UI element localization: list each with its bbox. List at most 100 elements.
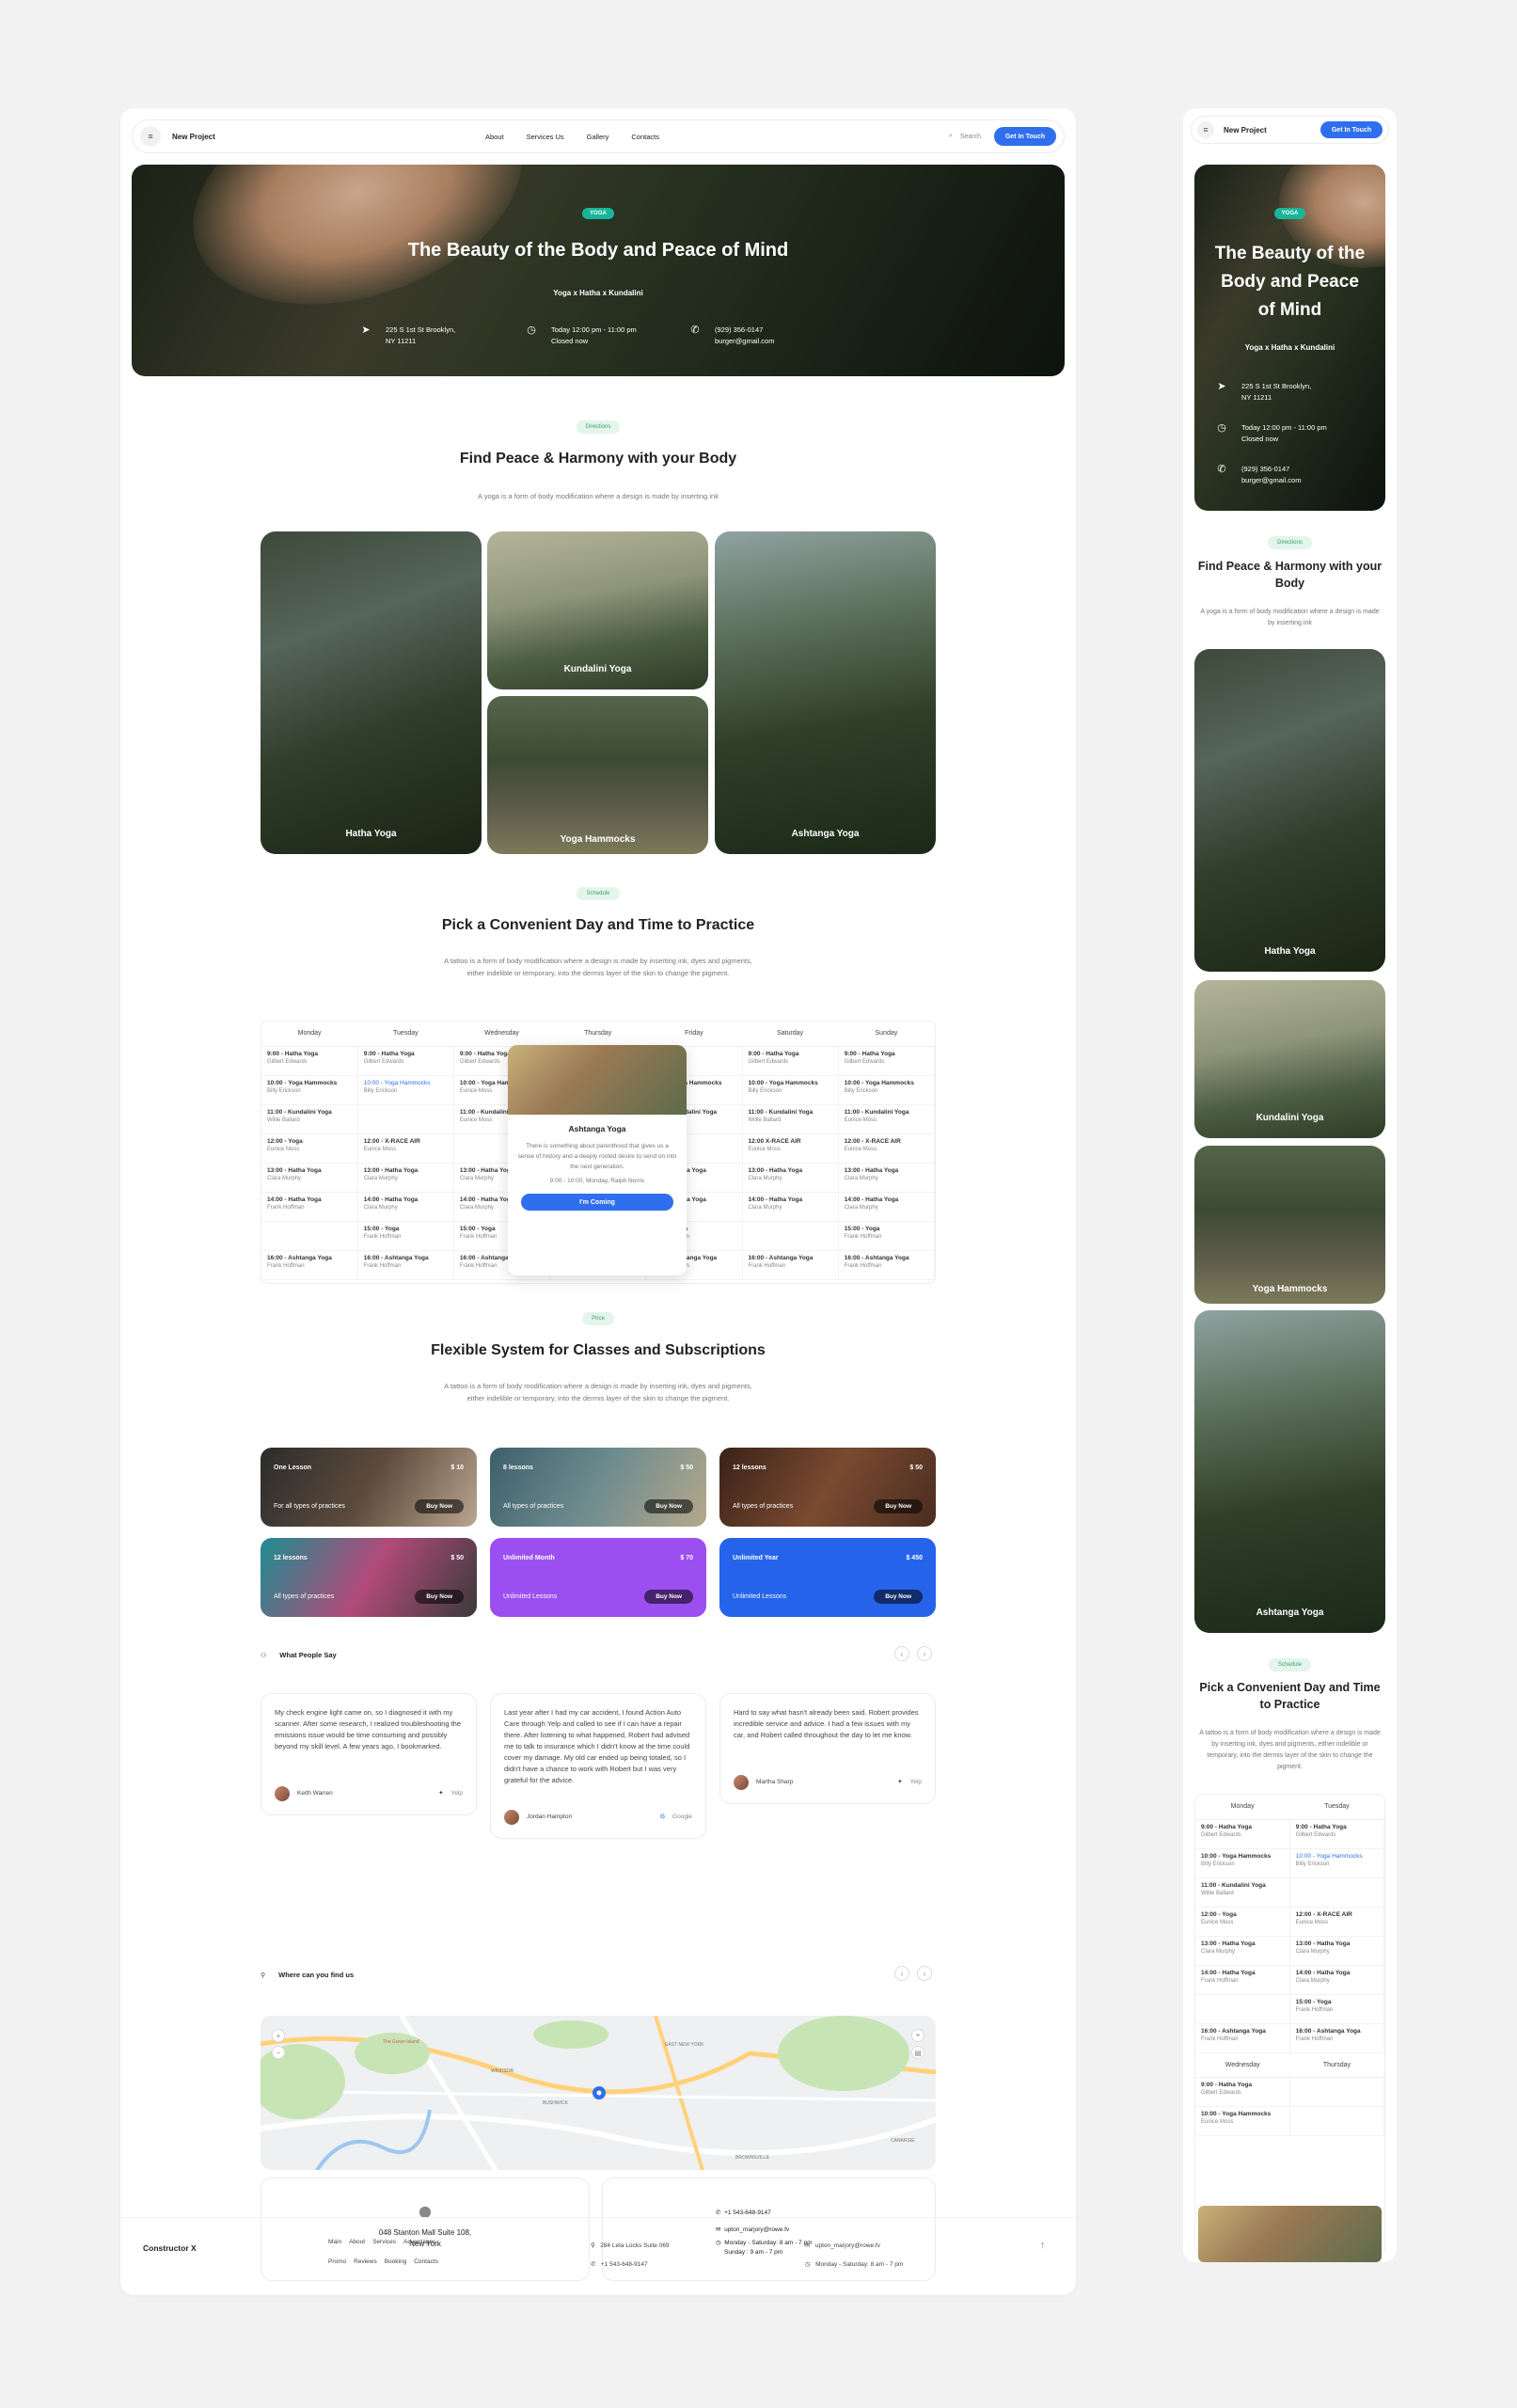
- scroll-top-icon[interactable]: ↑: [1040, 2240, 1046, 2251]
- schedule-cell[interactable]: 15:00 - YogaFrank Hoffman: [838, 1221, 935, 1251]
- direction-card-kundalini[interactable]: Kundalini Yoga: [1194, 980, 1385, 1138]
- footer-email[interactable]: upton_marjory@rowe.fv: [815, 2242, 880, 2249]
- schedule-cell[interactable]: 10:00 - Yoga Hammocks Eunice Moss: [1195, 2106, 1290, 2136]
- hero-email[interactable]: burger@gmail.com: [1241, 475, 1301, 486]
- schedule-cell[interactable]: 12:00 - X-RACE AIR Eunice Moss: [838, 1133, 935, 1164]
- buy-now-button[interactable]: Buy Now: [644, 1590, 693, 1604]
- buy-now-button[interactable]: Buy Now: [644, 1499, 693, 1513]
- schedule-cell[interactable]: 12:00 - X-RACE AIR Eunice Moss: [357, 1133, 454, 1164]
- footer-link[interactable]: Contacts: [414, 2258, 438, 2265]
- schedule-cell[interactable]: 13:00 - Hatha YogaClara Murphy: [742, 1163, 839, 1193]
- footer-link[interactable]: Reviews: [354, 2258, 377, 2265]
- schedule-cell[interactable]: 14:00 - Hatha YogaClara Murphy: [742, 1192, 839, 1222]
- footer-brand[interactable]: Constructor X: [143, 2243, 197, 2253]
- schedule-cell[interactable]: 9:00 - Hatha Yoga Gilbert Edwards: [1195, 2077, 1290, 2107]
- nav-link-services[interactable]: Services Us: [527, 133, 564, 141]
- nav-link-gallery[interactable]: Gallery: [587, 133, 609, 141]
- map[interactable]: EAST NEW YORK BUSHWICK WINDSOR BROWNSVIL…: [261, 2016, 936, 2170]
- next-arrow-icon[interactable]: ›: [917, 1966, 932, 1981]
- buy-now-button[interactable]: Buy Now: [874, 1499, 923, 1513]
- contact-email[interactable]: upton_marjory@rowe.fv: [724, 2226, 789, 2233]
- brand[interactable]: New Project: [172, 133, 215, 141]
- schedule-cell[interactable]: 16:00 - Ashtanga YogaFrank Hoffman: [838, 1250, 935, 1280]
- zoom-in-icon[interactable]: +: [272, 2029, 285, 2042]
- direction-card-hammocks[interactable]: Yoga Hammocks: [487, 696, 708, 854]
- schedule-cell[interactable]: 9:00 - Hatha Yoga Gilbert Edwards: [742, 1046, 839, 1076]
- footer-link[interactable]: About: [349, 2239, 365, 2245]
- schedule-cell[interactable]: 16:00 - Ashtanga YogaFrank Hoffman: [357, 1250, 454, 1280]
- schedule-cell[interactable]: 10:00 - Yoga Hammocks Billy Erickson: [261, 1075, 358, 1105]
- schedule-cell[interactable]: 14:00 - Hatha YogaClara Murphy: [838, 1192, 935, 1222]
- schedule-cell[interactable]: 9:00 - Hatha Yoga Gilbert Edwards: [261, 1046, 358, 1076]
- schedule-cell[interactable]: 13:00 - Hatha YogaClara Murphy: [357, 1163, 454, 1193]
- direction-card-ashtanga[interactable]: Ashtanga Yoga: [1194, 1310, 1385, 1633]
- footer-phone[interactable]: +1 543-648-9147: [601, 2261, 648, 2268]
- footer-link[interactable]: Main: [328, 2239, 341, 2245]
- schedule-cell[interactable]: 10:00 - Yoga Hammocks Billy Erickson: [838, 1075, 935, 1105]
- direction-card-kundalini[interactable]: Kundalini Yoga: [487, 531, 708, 689]
- direction-card-hatha[interactable]: Hatha Yoga: [1194, 649, 1385, 972]
- menu-icon[interactable]: ≡: [1197, 121, 1214, 138]
- schedule-cell[interactable]: 13:00 - Hatha YogaClara Murphy: [1195, 1936, 1290, 1966]
- schedule-cell[interactable]: 16:00 - Ashtanga YogaFrank Hoffman: [742, 1250, 839, 1280]
- hero-email[interactable]: burger@gmail.com: [715, 336, 774, 347]
- buy-now-button[interactable]: Buy Now: [415, 1590, 464, 1604]
- contact-phone[interactable]: +1 543-648-9147: [724, 2210, 771, 2216]
- schedule-cell[interactable]: 12:00 - Yoga Eunice Moss: [261, 1133, 358, 1164]
- hero-phone[interactable]: (929) 356-0147: [1241, 464, 1301, 475]
- schedule-cell[interactable]: 11:00 - Kundalini YogaEunice Moss: [838, 1104, 935, 1134]
- footer-link[interactable]: Services: [372, 2239, 396, 2245]
- schedule-cell[interactable]: 16:00 - Ashtanga YogaFrank Hoffman: [1195, 2023, 1290, 2053]
- nav-link-about[interactable]: About: [485, 133, 504, 141]
- compass-icon[interactable]: ⌖: [911, 2029, 924, 2042]
- schedule-cell[interactable]: 16:00 - Ashtanga YogaFrank Hoffman: [261, 1250, 358, 1280]
- schedule-cell[interactable]: 10:00 - Yoga Hammocks Billy Erickson: [357, 1075, 454, 1105]
- next-arrow-icon[interactable]: ›: [917, 1646, 932, 1661]
- nav-link-contacts[interactable]: Contacts: [631, 133, 659, 141]
- get-in-touch-button[interactable]: Get In Touch: [1320, 121, 1383, 138]
- schedule-cell[interactable]: 14:00 - Hatha Yoga Frank Hoffman: [261, 1192, 358, 1222]
- schedule-cell[interactable]: 15:00 - YogaFrank Hoffman: [1289, 1994, 1384, 2024]
- schedule-cell[interactable]: 11:00 - Kundalini Yoga Willie Ballard: [261, 1104, 358, 1134]
- schedule-cell[interactable]: 13:00 - Hatha YogaClara Murphy: [838, 1163, 935, 1193]
- schedule-cell[interactable]: 14:00 - Hatha Yoga Frank Hoffman: [1195, 1965, 1290, 1995]
- layers-icon[interactable]: ▤: [911, 2046, 924, 2059]
- schedule-cell[interactable]: 9:00 - Hatha Yoga Gilbert Edwards: [1195, 1819, 1290, 1849]
- direction-card-hammocks[interactable]: Yoga Hammocks: [1194, 1146, 1385, 1304]
- schedule-cell[interactable]: [1289, 2077, 1384, 2107]
- schedule-cell[interactable]: 11:00 - Kundalini Yoga Willie Ballard: [742, 1104, 839, 1134]
- menu-icon[interactable]: ≡: [140, 126, 161, 147]
- im-coming-button[interactable]: I'm Coming: [521, 1194, 673, 1211]
- brand[interactable]: New Project: [1224, 126, 1267, 135]
- footer-link[interactable]: Promo: [328, 2258, 346, 2265]
- get-in-touch-button[interactable]: Get In Touch: [994, 127, 1056, 146]
- schedule-cell[interactable]: 13:00 - Hatha YogaClara Murphy: [1289, 1936, 1384, 1966]
- buy-now-button[interactable]: Buy Now: [874, 1590, 923, 1604]
- prev-arrow-icon[interactable]: ‹: [894, 1646, 909, 1661]
- footer-link[interactable]: Advantages: [403, 2239, 435, 2245]
- direction-card-ashtanga[interactable]: Ashtanga Yoga: [715, 531, 936, 854]
- search[interactable]: ⌕ Search: [949, 133, 981, 140]
- schedule-cell[interactable]: 16:00 - Ashtanga YogaFrank Hoffman: [1289, 2023, 1384, 2053]
- schedule-cell[interactable]: 10:00 - Yoga Hammocks Billy Erickson: [1195, 1848, 1290, 1878]
- schedule-cell[interactable]: 9:00 - Hatha Yoga Gilbert Edwards: [1289, 1819, 1384, 1849]
- schedule-cell[interactable]: 14:00 - Hatha YogaClara Murphy: [357, 1192, 454, 1222]
- schedule-cell[interactable]: 12:00 X-RACE AIR Eunice Moss: [742, 1133, 839, 1164]
- prev-arrow-icon[interactable]: ‹: [894, 1966, 909, 1981]
- hero-phone[interactable]: (929) 356-0147: [715, 325, 774, 336]
- schedule-cell[interactable]: [1289, 2106, 1384, 2136]
- schedule-cell[interactable]: 9:00 - Hatha Yoga Gilbert Edwards: [838, 1046, 935, 1076]
- direction-card-hatha[interactable]: Hatha Yoga: [261, 531, 482, 854]
- schedule-cell[interactable]: 12:00 - Yoga Eunice Moss: [1195, 1907, 1290, 1937]
- schedule-cell[interactable]: 13:00 - Hatha YogaClara Murphy: [261, 1163, 358, 1193]
- schedule-cell[interactable]: 11:00 - Kundalini Yoga Willie Ballard: [1195, 1877, 1290, 1908]
- schedule-cell[interactable]: 14:00 - Hatha YogaClara Murphy: [1289, 1965, 1384, 1995]
- footer-link[interactable]: Booking: [385, 2258, 407, 2265]
- zoom-out-icon[interactable]: −: [272, 2046, 285, 2059]
- schedule-cell[interactable]: 15:00 - YogaFrank Hoffman: [357, 1221, 454, 1251]
- schedule-cell[interactable]: [1195, 1994, 1290, 2024]
- schedule-cell[interactable]: 9:00 - Hatha Yoga Gilbert Edwards: [357, 1046, 454, 1076]
- schedule-cell[interactable]: [1289, 1877, 1384, 1908]
- schedule-cell[interactable]: 12:00 - X-RACE AIR Eunice Moss: [1289, 1907, 1384, 1937]
- schedule-cell[interactable]: 10:00 - Yoga Hammocks Billy Erickson: [742, 1075, 839, 1105]
